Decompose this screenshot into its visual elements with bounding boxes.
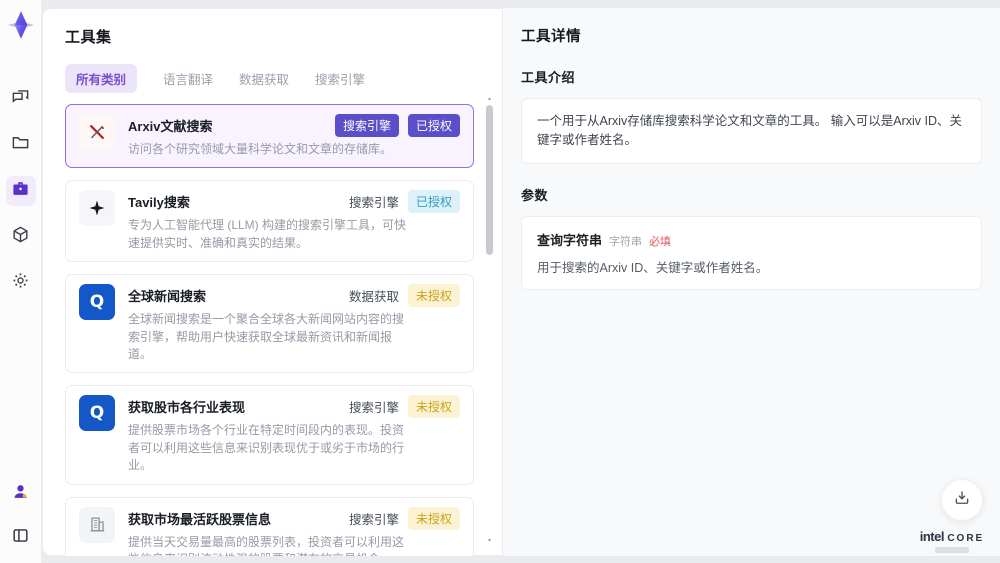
- list-scrollbar[interactable]: ▴ ▾: [486, 96, 493, 544]
- cube-icon: [11, 225, 30, 249]
- intro-text: 一个用于从Arxiv存储库搜索科学论文和文章的工具。 输入可以是Arxiv ID…: [537, 114, 963, 147]
- collapse-sidebar-button[interactable]: [6, 523, 36, 553]
- scroll-up-icon[interactable]: ▴: [486, 96, 493, 102]
- tool-card-head: 获取市场最活跃股票信息 搜索引擎 未授权: [128, 506, 460, 530]
- tool-card[interactable]: Arxiv文献搜索 搜索引擎 已授权 访问各个研究领域大量科学论文和文章的存储库…: [65, 104, 474, 169]
- intro-heading: 工具介绍: [521, 70, 576, 85]
- tool-title: Tavily搜索: [128, 195, 190, 211]
- tool-card-head: Tavily搜索 搜索引擎 已授权: [128, 190, 460, 214]
- user-avatar[interactable]: [6, 479, 36, 509]
- param-description: 用于搜索的Arxiv ID、关键字或作者姓名。: [537, 260, 769, 275]
- app-logo-icon[interactable]: [4, 8, 38, 42]
- param-head: 查询字符串 字符串 必填: [537, 230, 966, 249]
- chat-icon: [11, 87, 30, 111]
- page-title: 工具集: [65, 29, 112, 46]
- intro-box: 一个用于从Arxiv存储库搜索科学论文和文章的工具。 输入可以是Arxiv ID…: [521, 98, 982, 164]
- tool-title: 获取股市各行业表现: [128, 400, 246, 416]
- tool-card-body: 全球新闻搜索 数据获取 未授权 全球新闻搜索是一个聚合全球各大新闻网站内容的搜索…: [128, 284, 460, 363]
- tool-status-badge: 已授权: [407, 114, 460, 137]
- tool-description: 全球新闻搜索是一个聚合全球各大新闻网站内容的搜索引擎，帮助用户快速获取全球最新资…: [128, 312, 405, 361]
- tool-card[interactable]: Q 全球新闻搜索 数据获取 未授权 全球新闻搜索是一个聚合全球各大新闻网站内容的…: [65, 274, 474, 374]
- sidebar-item-chat[interactable]: [6, 84, 36, 114]
- param-type: 字符串: [609, 235, 643, 248]
- tool-card-body: Arxiv文献搜索 搜索引擎 已授权 访问各个研究领域大量科学论文和文章的存储库…: [128, 114, 460, 158]
- intel-core-logo: intel CORE: [916, 529, 988, 553]
- app-root: 工具集 所有类别 语言翻译 数据获取 搜索引擎 Arxiv文献搜索 搜索引擎 已授权 …: [0, 0, 1000, 563]
- tool-card-body: Tavily搜索 搜索引擎 已授权 专为人工智能代理 (LLM) 构建的搜索引擎…: [128, 190, 460, 252]
- params-heading: 参数: [521, 187, 549, 203]
- tool-category-tag: 搜索引擎: [348, 512, 399, 527]
- sidebar: [0, 0, 42, 563]
- tool-category-tag: 搜索引擎: [334, 114, 399, 137]
- intel-badge-bar: [935, 547, 969, 553]
- sidebar-item-files[interactable]: [6, 130, 36, 160]
- q-news-icon: Q: [79, 395, 115, 432]
- sidebar-item-tools[interactable]: [5, 176, 36, 206]
- param-required-flag: 必填: [649, 235, 672, 248]
- tool-card-body: 获取市场最活跃股票信息 搜索引擎 未授权 提供当天交易量最高的股票列表，投资者可…: [128, 506, 460, 556]
- detail-title: 工具详情: [521, 29, 581, 45]
- tool-category-tag: 数据获取: [348, 290, 399, 305]
- tab-category-2[interactable]: 数据获取: [239, 64, 289, 93]
- tool-card[interactable]: Q 获取股市各行业表现 搜索引擎 未授权 提供股票市场各个行业在特定时间段内的表…: [65, 385, 474, 485]
- arxiv-logo-icon: [79, 114, 115, 150]
- scrollbar-thumb[interactable]: [486, 105, 493, 255]
- tool-title: Arxiv文献搜索: [128, 119, 213, 134]
- scroll-down-icon[interactable]: ▾: [486, 538, 493, 544]
- tool-detail-panel: 工具详情 工具介绍 一个用于从Arxiv存储库搜索科学论文和文章的工具。 输入可…: [502, 8, 1000, 556]
- tool-card[interactable]: 获取市场最活跃股票信息 搜索引擎 未授权 提供当天交易量最高的股票列表，投资者可…: [65, 496, 474, 556]
- tool-description: 提供当天交易量最高的股票列表，投资者可以利用这些信息来识别流动性强的股票和潜在的…: [128, 534, 405, 556]
- tool-status-badge: 已授权: [407, 190, 460, 214]
- tool-card-head: 全球新闻搜索 数据获取 未授权: [128, 284, 460, 308]
- folder-icon: [11, 133, 30, 157]
- q-news-icon: Q: [79, 284, 115, 321]
- tool-card-head: Arxiv文献搜索 搜索引擎 已授权: [128, 114, 460, 137]
- intel-wordmark: intel: [919, 529, 945, 544]
- sidebar-item-packages[interactable]: [6, 222, 36, 252]
- content-area: 工具集 所有类别 语言翻译 数据获取 搜索引擎 Arxiv文献搜索 搜索引擎 已授权 …: [42, 8, 1000, 556]
- download-icon: [953, 489, 971, 512]
- tool-status-badge: 未授权: [407, 284, 460, 308]
- tool-card-body: 获取股市各行业表现 搜索引擎 未授权 提供股票市场各个行业在特定时间段内的表现。…: [128, 395, 460, 474]
- core-wordmark: CORE: [947, 533, 985, 544]
- tool-category-tag: 搜索引擎: [348, 401, 399, 416]
- sidebar-nav: [5, 84, 36, 298]
- tool-description: 访问各个研究领域大量科学论文和文章的存储库。: [128, 142, 393, 156]
- tavily-star-icon: [79, 190, 115, 227]
- gear-icon: [11, 271, 30, 295]
- tool-description: 专为人工智能代理 (LLM) 构建的搜索引擎工具，可快速提供实时、准确和真实的结…: [128, 218, 407, 250]
- sidebar-bottom: [6, 479, 36, 553]
- panel-toggle-icon: [11, 526, 30, 550]
- param-name: 查询字符串: [537, 232, 603, 248]
- tool-description: 提供股票市场各个行业在特定时间段内的表现。投资者可以利用这些信息来识别表现优于或…: [128, 423, 405, 473]
- download-button[interactable]: [941, 479, 983, 521]
- briefcase-icon: [11, 179, 30, 203]
- sidebar-item-settings[interactable]: [6, 268, 36, 298]
- tool-list: Arxiv文献搜索 搜索引擎 已授权 访问各个研究领域大量科学论文和文章的存储库…: [65, 104, 474, 556]
- category-tabs: 所有类别 语言翻译 数据获取 搜索引擎: [65, 64, 474, 93]
- tool-card[interactable]: Tavily搜索 搜索引擎 已授权 专为人工智能代理 (LLM) 构建的搜索引擎…: [65, 180, 474, 263]
- tool-title: 获取市场最活跃股票信息: [128, 511, 272, 527]
- tool-status-badge: 未授权: [407, 395, 460, 419]
- tool-title: 全球新闻搜索: [128, 289, 207, 305]
- tool-card-head: 获取股市各行业表现 搜索引擎 未授权: [128, 395, 460, 419]
- tab-category-1[interactable]: 语言翻译: [163, 64, 213, 93]
- building-icon: [79, 506, 115, 543]
- tab-category-3[interactable]: 搜索引擎: [315, 64, 365, 93]
- param-box: 查询字符串 字符串 必填 用于搜索的Arxiv ID、关键字或作者姓名。: [521, 215, 982, 290]
- tab-category-0[interactable]: 所有类别: [65, 64, 138, 93]
- toolset-panel: 工具集 所有类别 语言翻译 数据获取 搜索引擎 Arxiv文献搜索 搜索引擎 已授权 …: [42, 8, 502, 556]
- user-avatar-icon: [11, 482, 30, 506]
- tool-category-tag: 搜索引擎: [348, 196, 399, 211]
- tool-status-badge: 未授权: [407, 506, 460, 530]
